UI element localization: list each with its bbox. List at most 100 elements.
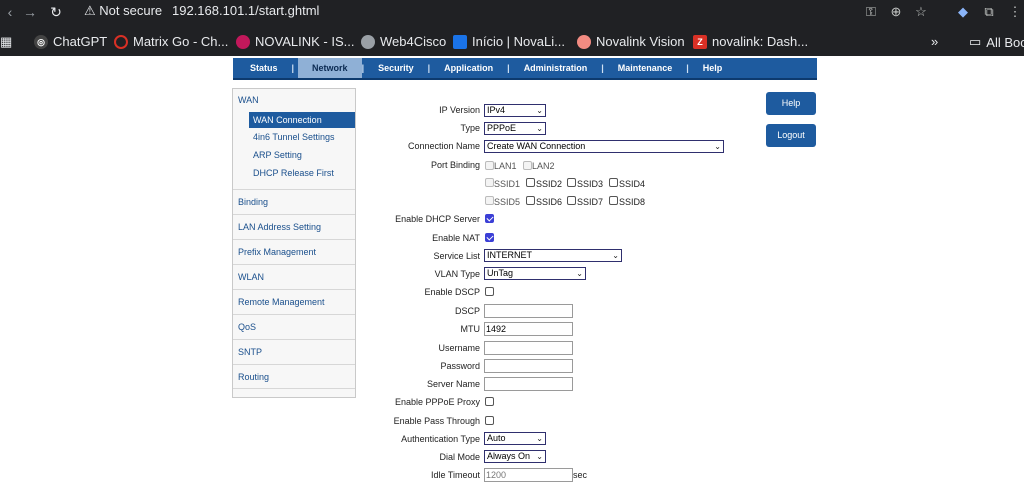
ssid6-checkbox[interactable]: [526, 196, 535, 205]
menu-administration[interactable]: Administration: [510, 58, 602, 78]
port-binding-label: Port Binding: [430, 160, 480, 170]
enable-dscp-checkbox[interactable]: [485, 287, 494, 296]
menu-maintenance[interactable]: Maintenance: [604, 58, 687, 78]
type-select[interactable]: PPPoE ⌄: [484, 122, 546, 135]
chevron-down-icon: ⌄: [612, 251, 619, 260]
star-icon[interactable]: ☆: [912, 3, 930, 21]
ssid3-checkbox[interactable]: [567, 178, 576, 187]
authentication-type-select[interactable]: Auto ⌄: [484, 432, 546, 445]
chevron-down-icon: ⌄: [536, 124, 543, 133]
server-name-label: Server Name: [426, 379, 480, 389]
lan2-label: LAN2: [532, 161, 555, 171]
ssid2-label: SSID2: [536, 179, 563, 189]
reload-icon[interactable]: ↻: [46, 2, 66, 22]
lan1-label: LAN1: [494, 161, 517, 171]
bookmarks-bar: ▦ ◎ ChatGPT Matrix Go - Ch... NOVALINK - …: [0, 28, 1024, 56]
dial-mode-label: Dial Mode: [439, 452, 480, 462]
menu-help[interactable]: Help: [689, 58, 737, 78]
chevron-down-icon: ⌄: [714, 142, 721, 151]
chevron-down-icon: ⌄: [536, 434, 543, 443]
enable-dhcp-server-checkbox[interactable]: [485, 214, 494, 223]
main-menu: Status | Network | Security | Applicatio…: [233, 58, 817, 80]
matrix-icon: [114, 34, 128, 49]
forward-icon[interactable]: →: [20, 2, 40, 22]
connection-name-label: Connection Name: [407, 141, 480, 151]
inicio-icon: [453, 34, 467, 49]
extension-shield-icon[interactable]: ◆: [954, 3, 972, 21]
bookmark-novalink-is[interactable]: NOVALINK - IS...: [236, 34, 354, 49]
password-input[interactable]: [484, 359, 573, 373]
enable-pass-through-checkbox[interactable]: [485, 416, 494, 425]
dscp-label: DSCP: [454, 306, 480, 316]
enable-pass-through-label: Enable Pass Through: [393, 416, 480, 426]
ssid4-label: SSID4: [619, 179, 646, 189]
ssid2-checkbox[interactable]: [526, 178, 535, 187]
mtu-label: MTU: [460, 324, 481, 334]
enable-pppoe-proxy-checkbox[interactable]: [485, 397, 494, 406]
ssid8-label: SSID8: [619, 197, 646, 207]
ssid7-checkbox[interactable]: [567, 196, 576, 205]
bookmark-chatgpt[interactable]: ◎ ChatGPT: [34, 34, 107, 49]
idle-timeout-unit: sec: [573, 470, 588, 480]
menu-application[interactable]: Application: [430, 58, 507, 78]
menu-network[interactable]: Network: [298, 58, 362, 78]
ssid1-label: SSID1: [494, 179, 521, 189]
address-bar[interactable]: 192.168.101.1/start.ghtml: [172, 3, 319, 18]
vlan-type-label: VLAN Type: [434, 269, 480, 279]
enable-nat-checkbox[interactable]: [485, 233, 494, 242]
server-name-input[interactable]: [484, 377, 573, 391]
extensions-icon[interactable]: ⧉: [980, 3, 998, 21]
enable-nat-label: Enable NAT: [432, 233, 480, 243]
back-icon[interactable]: ‹: [0, 2, 20, 22]
menu-security[interactable]: Security: [364, 58, 428, 78]
bookmark-matrix-go[interactable]: Matrix Go - Ch...: [114, 34, 228, 49]
ssid7-label: SSID7: [577, 197, 604, 207]
bookmark-web4cisco[interactable]: Web4Cisco: [361, 34, 446, 49]
zoom-icon[interactable]: ⊕: [887, 3, 905, 21]
bookmark-novalink-dash[interactable]: Znovalink: Dash...: [693, 34, 808, 49]
dial-mode-select[interactable]: Always On ⌄: [484, 450, 546, 463]
logout-button[interactable]: Logout: [766, 124, 816, 147]
zabbix-icon: Z: [693, 34, 707, 49]
username-input[interactable]: [484, 341, 573, 355]
menu-status[interactable]: Status: [233, 58, 292, 78]
key-icon[interactable]: ⚿: [862, 3, 880, 21]
help-button[interactable]: Help: [766, 92, 816, 115]
ip-version-label: IP Version: [439, 105, 480, 115]
novalink-icon: [236, 34, 250, 49]
bookmark-inicio-novalink[interactable]: Início | NovaLi...: [453, 34, 565, 49]
vision-icon: [577, 34, 591, 49]
ssid1-checkbox[interactable]: [485, 178, 494, 187]
idle-timeout-input[interactable]: 1200: [484, 468, 573, 482]
idle-timeout-label: Idle Timeout: [430, 470, 480, 480]
ssid8-checkbox[interactable]: [609, 196, 618, 205]
type-label: Type: [460, 123, 480, 133]
dscp-input[interactable]: [484, 304, 573, 318]
ssid5-label: SSID5: [494, 197, 521, 207]
lan1-checkbox[interactable]: [485, 161, 494, 170]
chevron-down-icon: ⌄: [536, 106, 543, 115]
vlan-type-select[interactable]: UnTag ⌄: [484, 267, 586, 280]
enable-pppoe-proxy-label: Enable PPPoE Proxy: [394, 397, 480, 407]
lan2-checkbox[interactable]: [523, 161, 532, 170]
ssid5-checkbox[interactable]: [485, 196, 494, 205]
ssid6-label: SSID6: [536, 197, 563, 207]
ssid4-checkbox[interactable]: [609, 178, 618, 187]
service-list-select[interactable]: INTERNET ⌄: [484, 249, 622, 262]
chatgpt-icon: ◎: [34, 34, 48, 49]
menu-icon[interactable]: ⋮: [1006, 3, 1024, 21]
ip-version-select[interactable]: IPv4 ⌄: [484, 104, 546, 117]
apps-icon[interactable]: ▦: [0, 34, 12, 50]
all-bookmarks-folder[interactable]: ▭ All Boo: [969, 34, 1024, 50]
sidebar-item-wan[interactable]: WAN: [238, 95, 259, 105]
bookmark-novalink-vision[interactable]: Novalink Vision: [577, 34, 685, 49]
service-list-label: Service List: [433, 251, 480, 261]
connection-name-select[interactable]: Create WAN Connection ⌄: [484, 140, 724, 153]
browser-toolbar: ‹ → ↻ ⚠ Not secure 192.168.101.1/start.g…: [0, 0, 1024, 24]
authentication-type-label: Authentication Type: [401, 434, 480, 444]
not-secure-badge[interactable]: ⚠ Not secure: [84, 3, 162, 19]
sidebar-item-binding[interactable]: Binding: [233, 189, 355, 214]
mtu-input[interactable]: 1492: [484, 322, 573, 336]
more-bookmarks-button[interactable]: »: [931, 34, 938, 49]
enable-dhcp-server-label: Enable DHCP Server: [395, 214, 480, 224]
